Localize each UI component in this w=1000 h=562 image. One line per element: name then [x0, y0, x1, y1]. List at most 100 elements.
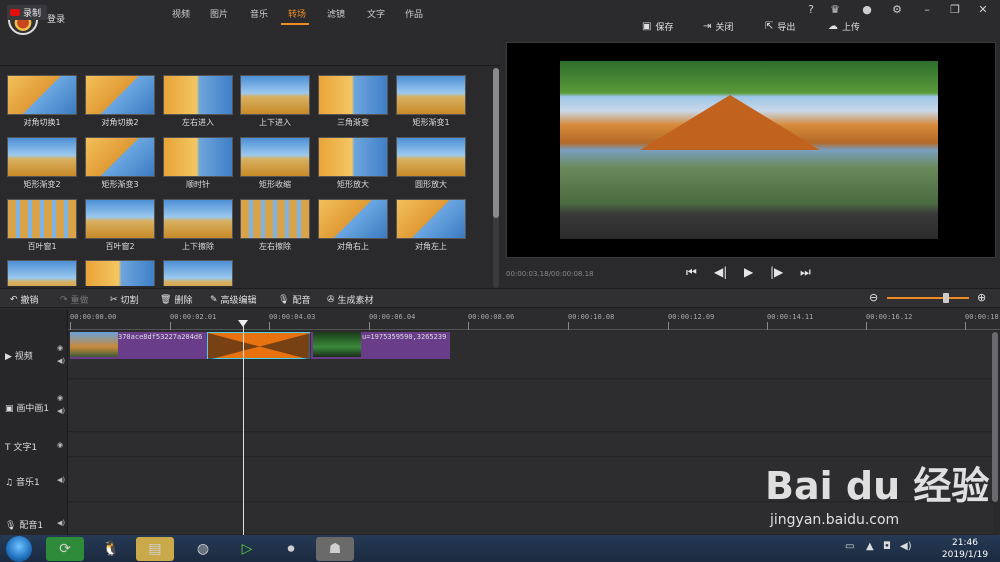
transition-thumb[interactable] [163, 260, 233, 286]
start-button[interactable] [6, 536, 32, 562]
transition-thumb[interactable] [7, 137, 77, 177]
redo-button[interactable]: ↷ 重做 [60, 293, 89, 307]
zoom-slider-handle[interactable] [943, 293, 949, 303]
settings-gear-icon[interactable]: ⚙ [888, 3, 906, 16]
help-icon[interactable]: ? [802, 3, 820, 16]
login-link[interactable]: 登录 [47, 12, 65, 25]
cut-button[interactable]: ✂ 切割 [110, 293, 139, 307]
app-icon-360[interactable]: ⟳ [46, 537, 84, 561]
timeline-scrollbar[interactable] [992, 332, 998, 502]
text-track-row[interactable] [68, 433, 993, 457]
prev-frame-icon[interactable]: ◀| [714, 265, 727, 279]
taskbar-clock[interactable]: 21:46 2019/1/19 [935, 537, 995, 561]
vip-icon[interactable]: ♛ [826, 3, 844, 16]
maximize-icon[interactable]: ❐ [946, 3, 964, 16]
app-icon-player[interactable]: ▷ [228, 537, 266, 561]
transition-thumb[interactable] [163, 137, 233, 177]
zoom-out-icon[interactable]: ⊖ [869, 291, 878, 304]
speaker-icon[interactable]: ◀) [57, 357, 65, 365]
tab-text[interactable]: 文字 [367, 7, 385, 20]
export-button[interactable]: ⇱ 导出 [765, 18, 795, 34]
speaker-icon[interactable]: ◀) [57, 407, 65, 415]
preview-mountain [640, 95, 820, 150]
transition-label: 左右擦除 [259, 242, 291, 251]
transition-thumb[interactable] [7, 260, 77, 286]
transition-thumb[interactable] [396, 75, 466, 115]
transition-thumb[interactable] [163, 199, 233, 239]
pip-track-row[interactable] [68, 380, 993, 432]
tab-image[interactable]: 图片 [210, 7, 228, 20]
zoom-slider-track[interactable] [887, 297, 969, 299]
transition-thumb[interactable] [240, 75, 310, 115]
ruler-tick [767, 322, 768, 330]
preview-timecode: 00:00:03.18/00:00:08.18 [506, 270, 594, 278]
eye-icon[interactable]: ◉ [57, 441, 63, 449]
advanced-edit-button[interactable]: ✎ 高级编辑 [210, 293, 257, 307]
ruler-label: 00:00:04.03 [269, 313, 316, 321]
ruler-label: 00:00:18. [965, 313, 1000, 321]
close-button[interactable]: ⇥ 关闭 [703, 18, 733, 34]
play-icon[interactable]: ▶ [744, 265, 753, 279]
app-icon-firefox[interactable]: ◍ [184, 537, 222, 561]
eye-icon[interactable]: ◉ [57, 344, 63, 352]
transition-thumb[interactable] [85, 137, 155, 177]
transition-label: 矩形渐变3 [101, 180, 139, 189]
app-icon-qq[interactable]: 🐧 [92, 537, 130, 561]
transition-label: 上下擦除 [182, 242, 214, 251]
ruler-label: 00:00:16.12 [866, 313, 913, 321]
transition-label: 矩形收缩 [259, 180, 291, 189]
clip2-thumbnail[interactable] [313, 332, 361, 357]
skip-start-icon[interactable]: ⏮ [686, 265, 697, 280]
grid-scrollbar-thumb[interactable] [493, 68, 499, 218]
dub-button[interactable]: 🎙 配音 [278, 293, 310, 307]
music-note-icon: ♫ [5, 478, 14, 488]
clip1-thumbnail[interactable] [70, 332, 118, 357]
save-button[interactable]: ▣ 保存 [642, 18, 673, 34]
app-icon-recorder[interactable]: ⏺ [272, 537, 310, 561]
tab-music[interactable]: 音乐 [250, 7, 268, 20]
playhead-handle[interactable] [238, 320, 248, 327]
playhead-line[interactable] [243, 320, 244, 535]
speaker-icon[interactable]: ◀) [57, 476, 65, 484]
tab-video[interactable]: 视频 [172, 7, 190, 20]
transition-thumb[interactable] [85, 199, 155, 239]
tray-network-icon[interactable]: ◘ [883, 541, 891, 552]
upload-button[interactable]: ☁ 上传 [828, 18, 860, 34]
tab-filter[interactable]: 滤镜 [327, 7, 345, 20]
transition-thumb[interactable] [396, 137, 466, 177]
transition-thumb[interactable] [85, 260, 155, 286]
ruler-label: 00:00:02.01 [170, 313, 217, 321]
tray-keyboard-icon[interactable]: ▭ [845, 541, 854, 552]
generate-button[interactable]: ✇ 生成素材 [327, 293, 374, 307]
app-icon-editor[interactable]: ☗ [316, 537, 354, 561]
transition-thumb[interactable] [7, 199, 77, 239]
transition-thumb[interactable] [318, 75, 388, 115]
transition-thumb[interactable] [85, 75, 155, 115]
undo-button[interactable]: ↶ 撤销 [10, 293, 39, 307]
record-button[interactable]: 录制 [7, 5, 47, 20]
transition-thumb[interactable] [7, 75, 77, 115]
transition-thumb[interactable] [240, 199, 310, 239]
transition-label: 圆形放大 [415, 180, 447, 189]
transition-label: 对角左上 [415, 242, 447, 251]
next-frame-icon[interactable]: |▶ [770, 265, 783, 279]
app-icon-explorer[interactable]: ▤ [136, 537, 174, 561]
transition-thumb[interactable] [396, 199, 466, 239]
tab-works[interactable]: 作品 [405, 7, 423, 20]
transition-thumb[interactable] [163, 75, 233, 115]
close-window-icon[interactable]: ✕ [974, 3, 992, 16]
transition-block[interactable] [207, 332, 311, 360]
transition-thumb[interactable] [240, 137, 310, 177]
transition-thumb[interactable] [318, 199, 388, 239]
skip-end-icon[interactable]: ⏭ [800, 265, 811, 280]
zoom-in-icon[interactable]: ⊕ [977, 291, 986, 304]
tray-volume-icon[interactable]: ◀) [900, 541, 912, 552]
notification-bell-icon[interactable]: ● [858, 3, 876, 16]
transition-thumb[interactable] [318, 137, 388, 177]
minimize-icon[interactable]: – [918, 3, 936, 16]
delete-button[interactable]: 🗑 删除 [160, 293, 192, 307]
tray-flag-icon[interactable]: ▲ [866, 541, 874, 552]
speaker-icon[interactable]: ◀) [57, 519, 65, 527]
eye-icon[interactable]: ◉ [57, 394, 63, 402]
tab-transition[interactable]: 转场 [288, 7, 306, 20]
